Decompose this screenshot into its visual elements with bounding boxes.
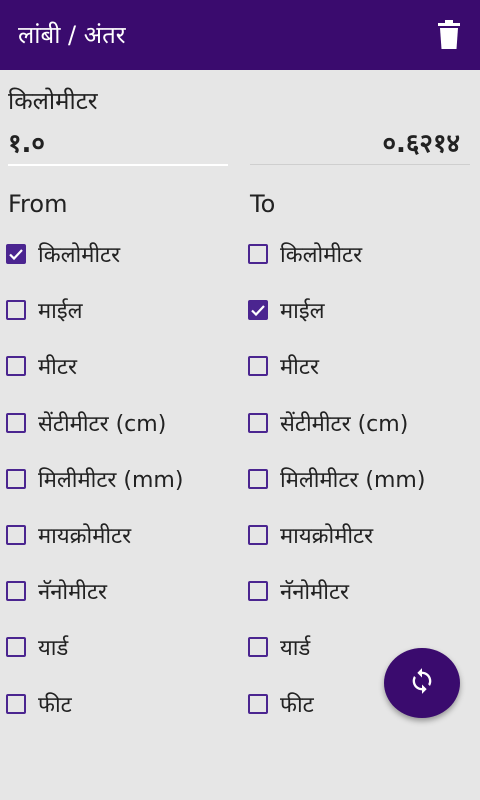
option-label: मीटर: [38, 355, 77, 381]
refresh-icon: [408, 667, 436, 699]
checkbox[interactable]: [248, 637, 268, 658]
to-option[interactable]: मीटर: [248, 346, 319, 386]
checkbox[interactable]: [6, 412, 26, 433]
option-label: नॅनोमीटर: [38, 580, 108, 606]
input-underline: [8, 164, 228, 166]
checkbox[interactable]: [248, 412, 268, 433]
from-option[interactable]: माईल: [6, 290, 83, 330]
checkbox[interactable]: [6, 300, 26, 321]
from-option[interactable]: नॅनोमीटर: [6, 571, 107, 611]
to-option[interactable]: किलोमीटर: [248, 234, 362, 274]
option-label: सेंटीमीटर (cm): [280, 411, 409, 437]
checkbox[interactable]: [6, 356, 26, 377]
checkbox[interactable]: [248, 356, 268, 377]
from-option[interactable]: सेंटीमीटर (cm): [6, 403, 166, 443]
input-value-field[interactable]: १.०: [8, 124, 228, 160]
from-option[interactable]: यार्ड: [6, 627, 68, 667]
option-label: मायक्रोमीटर: [280, 524, 374, 549]
option-label: मायक्रोमीटर: [38, 524, 132, 549]
to-option[interactable]: माईल: [248, 290, 325, 330]
from-option[interactable]: मायक्रोमीटर: [6, 515, 131, 555]
to-option[interactable]: सेंटीमीटर (cm): [248, 403, 408, 443]
output-value-field: ०.६२१४: [382, 129, 460, 159]
to-option[interactable]: फीट: [248, 684, 314, 724]
from-option[interactable]: मीटर: [6, 346, 77, 386]
from-option[interactable]: मिलीमीटर (mm): [6, 459, 183, 499]
checkbox[interactable]: [248, 244, 268, 264]
from-option[interactable]: फीट: [6, 684, 72, 724]
to-option[interactable]: यार्ड: [248, 627, 310, 667]
checkbox[interactable]: [248, 468, 268, 489]
swap-button[interactable]: [384, 648, 460, 718]
page-title: लांबी / अंतर: [18, 21, 126, 49]
checkbox[interactable]: [248, 300, 268, 321]
option-label: यार्ड: [38, 636, 69, 662]
unit-label: किलोमीटर: [8, 87, 98, 115]
checkbox[interactable]: [248, 581, 268, 602]
checkbox[interactable]: [6, 637, 26, 658]
checkmark-icon: [251, 305, 265, 317]
option-label: मिलीमीटर (mm): [280, 467, 426, 493]
checkbox[interactable]: [6, 244, 26, 264]
option-label: फीट: [280, 692, 314, 718]
option-label: नॅनोमीटर: [280, 580, 350, 606]
option-label: माईल: [38, 299, 83, 325]
checkbox[interactable]: [248, 525, 268, 545]
to-option[interactable]: मिलीमीटर (mm): [248, 459, 425, 499]
to-option[interactable]: नॅनोमीटर: [248, 571, 349, 611]
output-underline: [250, 164, 470, 165]
option-label: किलोमीटर: [38, 243, 121, 268]
checkbox[interactable]: [6, 525, 26, 545]
checkbox[interactable]: [6, 693, 26, 714]
option-label: मिलीमीटर (mm): [38, 467, 184, 493]
option-label: किलोमीटर: [280, 243, 363, 268]
option-label: सेंटीमीटर (cm): [38, 411, 167, 437]
option-label: यार्ड: [280, 636, 311, 662]
trash-icon[interactable]: [436, 20, 462, 50]
option-label: मीटर: [280, 355, 319, 381]
checkmark-icon: [9, 249, 23, 261]
to-option[interactable]: मायक्रोमीटर: [248, 515, 373, 555]
checkbox[interactable]: [6, 468, 26, 489]
option-label: फीट: [38, 692, 72, 718]
option-label: माईल: [280, 299, 325, 325]
checkbox[interactable]: [6, 581, 26, 602]
to-header: To: [250, 190, 276, 218]
app-bar: लांबी / अंतर: [0, 0, 480, 70]
from-option[interactable]: किलोमीटर: [6, 234, 120, 274]
from-header: From: [8, 190, 68, 218]
checkbox[interactable]: [248, 693, 268, 714]
